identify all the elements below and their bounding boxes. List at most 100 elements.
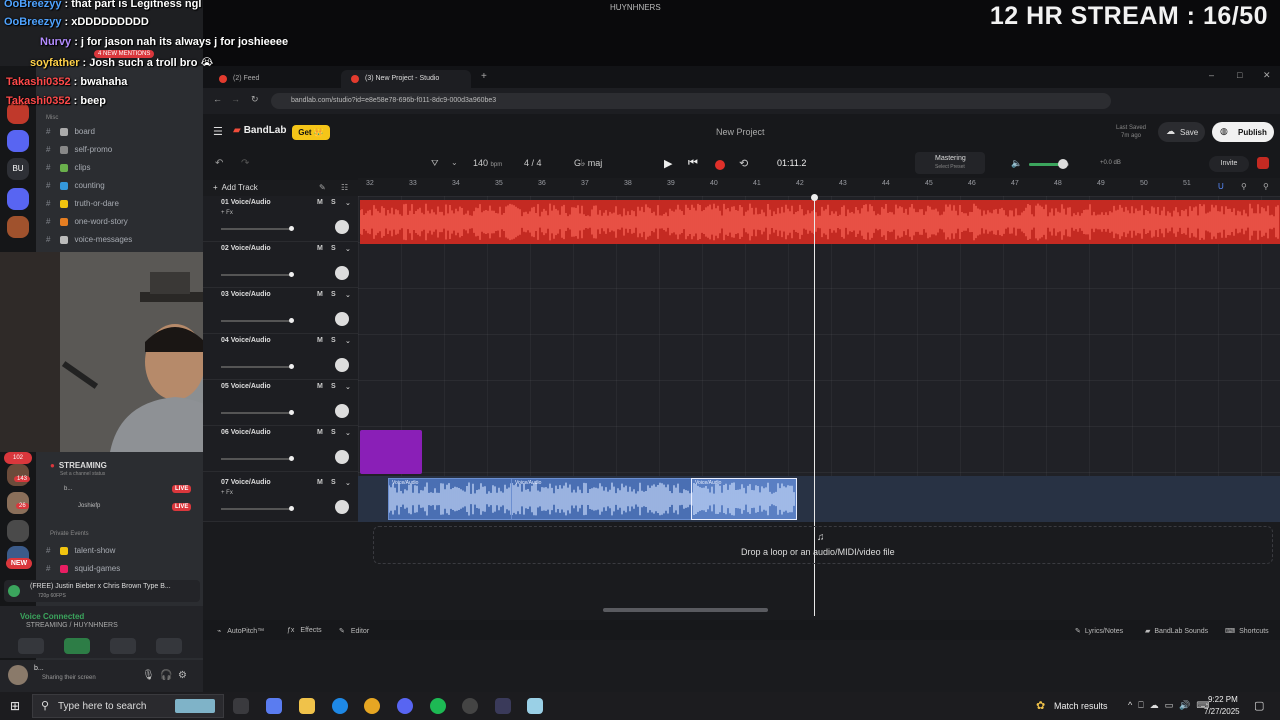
horizontal-scrollbar[interactable]: [603, 608, 768, 612]
track-header[interactable]: 05 Voice/Audio M S ⌄: [203, 380, 358, 426]
copilot-icon[interactable]: [266, 698, 282, 714]
now-playing-bar[interactable]: (FREE) Justin Bieber x Chris Brown Type …: [4, 580, 200, 602]
pan-knob[interactable]: [335, 450, 349, 464]
solo-button[interactable]: S: [331, 199, 336, 206]
track-volume-slider[interactable]: [221, 272, 294, 277]
audio-clip-track-7-selected[interactable]: Voice/Audio: [691, 478, 797, 520]
minimize-button[interactable]: –: [1209, 70, 1214, 80]
mute-button[interactable]: M: [317, 337, 323, 344]
server-icon[interactable]: [7, 130, 29, 152]
audio-clip-track-7[interactable]: Voice/Audio: [511, 478, 693, 520]
server-icon-bu[interactable]: BU: [7, 158, 29, 180]
channel-squid-games[interactable]: # squid-games: [46, 564, 120, 573]
solo-button[interactable]: S: [331, 383, 336, 390]
master-volume-slider[interactable]: [1029, 159, 1069, 169]
time-signature[interactable]: 4 / 4: [524, 158, 542, 168]
mute-button[interactable]: M: [317, 245, 323, 252]
add-fx-button[interactable]: + Fx: [221, 210, 233, 216]
reload-button[interactable]: ↻: [251, 94, 259, 105]
track-name[interactable]: 03 Voice/Audio: [221, 291, 271, 298]
track-name[interactable]: 04 Voice/Audio: [221, 337, 271, 344]
close-window-button[interactable]: ✕: [1263, 70, 1271, 81]
mentions-badge[interactable]: 4 NEW MENTIONS: [94, 50, 155, 58]
audio-clip-track-6[interactable]: [360, 430, 422, 474]
track-name[interactable]: 01 Voice/Audio: [221, 199, 271, 206]
magnet-icon[interactable]: U: [1218, 182, 1224, 191]
track-name[interactable]: 02 Voice/Audio: [221, 245, 271, 252]
soundboard-button[interactable]: [156, 638, 182, 654]
pan-knob[interactable]: [335, 312, 349, 326]
chevron-down-icon[interactable]: ⌄: [345, 429, 351, 437]
mic-icon[interactable]: 🎙: [142, 670, 155, 681]
chevron-down-icon[interactable]: ⌄: [345, 383, 351, 391]
gift-icon[interactable]: [1257, 157, 1269, 169]
save-button[interactable]: ☁ Save: [1158, 122, 1205, 142]
shortcuts-button[interactable]: ⌨ Shortcuts: [1225, 627, 1269, 635]
add-track-button[interactable]: + Add Track: [213, 183, 258, 192]
bandlab-sounds-button[interactable]: ▰ BandLab Sounds: [1145, 627, 1208, 635]
tab-feed[interactable]: (2) Feed: [209, 70, 329, 88]
url-input[interactable]: bandlab.com/studio?id=e8e58e78-696b-f011…: [271, 93, 1111, 109]
server-icon[interactable]: [7, 216, 29, 238]
file-explorer-icon[interactable]: [299, 698, 315, 714]
key-selector[interactable]: G♭ maj: [574, 158, 602, 169]
solo-button[interactable]: S: [331, 291, 336, 298]
match-results-icon[interactable]: ✿: [1036, 699, 1045, 712]
tab-new-project[interactable]: (3) New Project - Studio: [341, 70, 471, 88]
activity-button[interactable]: [110, 638, 136, 654]
channel-self-promo[interactable]: # self-promo: [46, 145, 112, 154]
chrome-taskbar-icon[interactable]: [364, 698, 380, 714]
mute-button[interactable]: M: [317, 479, 323, 486]
voice-user[interactable]: Joshiefp: [78, 503, 100, 509]
category-misc[interactable]: Misc: [46, 115, 58, 121]
clock-date[interactable]: 7/27/2025: [1204, 707, 1240, 716]
voice-channel-streaming[interactable]: ● STREAMING: [50, 461, 107, 470]
chevron-down-icon[interactable]: ⌄: [451, 158, 458, 167]
channel-truth-or-dare[interactable]: # truth-or-dare: [46, 199, 119, 208]
track-header[interactable]: 07 Voice/Audio + Fx M S ⌄: [203, 476, 358, 522]
chevron-down-icon[interactable]: ⌄: [345, 291, 351, 299]
publish-button[interactable]: ◍ Publish: [1212, 122, 1274, 142]
add-fx-button[interactable]: + Fx: [221, 490, 233, 496]
track-header[interactable]: 03 Voice/Audio M S ⌄: [203, 288, 358, 334]
editor-button[interactable]: ✎ Editor: [339, 627, 369, 635]
server-icon[interactable]: [7, 188, 29, 210]
project-title[interactable]: New Project: [716, 127, 765, 137]
track-volume-slider[interactable]: [221, 456, 294, 461]
notepad-icon[interactable]: [527, 698, 543, 714]
zoom-out-icon[interactable]: ⚲: [1241, 182, 1247, 191]
zoom-in-icon[interactable]: ⚲: [1263, 182, 1269, 191]
channel-clips[interactable]: # clips: [46, 163, 90, 172]
redo-button[interactable]: ↷: [241, 158, 249, 169]
channel-board[interactable]: # board: [46, 127, 95, 136]
solo-button[interactable]: S: [331, 337, 336, 344]
autopitch-button[interactable]: ⌁ AutoPitch™: [217, 627, 264, 635]
discord-taskbar-icon[interactable]: [397, 698, 413, 714]
spotify-icon[interactable]: [430, 698, 446, 714]
invite-button[interactable]: Invite: [1209, 156, 1249, 172]
new-tab-button[interactable]: +: [481, 71, 487, 82]
obs-icon[interactable]: [462, 698, 478, 714]
lyrics-notes-button[interactable]: ✎ Lyrics/Notes: [1075, 627, 1123, 635]
chevron-down-icon[interactable]: ⌄: [345, 245, 351, 253]
forward-button[interactable]: →: [231, 94, 240, 104]
mute-button[interactable]: M: [317, 429, 323, 436]
camera-off-button[interactable]: [18, 638, 44, 654]
solo-button[interactable]: S: [331, 429, 336, 436]
metronome-icon[interactable]: ⛛: [431, 158, 439, 169]
solo-button[interactable]: S: [331, 479, 336, 486]
mastering-button[interactable]: Mastering Select Preset: [915, 152, 985, 174]
solo-button[interactable]: S: [331, 245, 336, 252]
clock-time[interactable]: 9:22 PM: [1208, 695, 1238, 704]
track-settings-icon[interactable]: ☷: [341, 183, 348, 192]
track-name[interactable]: 06 Voice/Audio: [221, 429, 271, 436]
mute-button[interactable]: M: [317, 383, 323, 390]
match-results-widget[interactable]: Match results: [1054, 701, 1108, 711]
screen-share-button[interactable]: [64, 638, 90, 654]
pan-knob[interactable]: [335, 266, 349, 280]
track-header[interactable]: 02 Voice/Audio M S ⌄: [203, 242, 358, 288]
server-icon[interactable]: [7, 464, 29, 486]
mute-button[interactable]: M: [317, 199, 323, 206]
get-membership-button[interactable]: Get 👑: [292, 125, 330, 140]
channel-counting[interactable]: # counting: [46, 181, 105, 190]
